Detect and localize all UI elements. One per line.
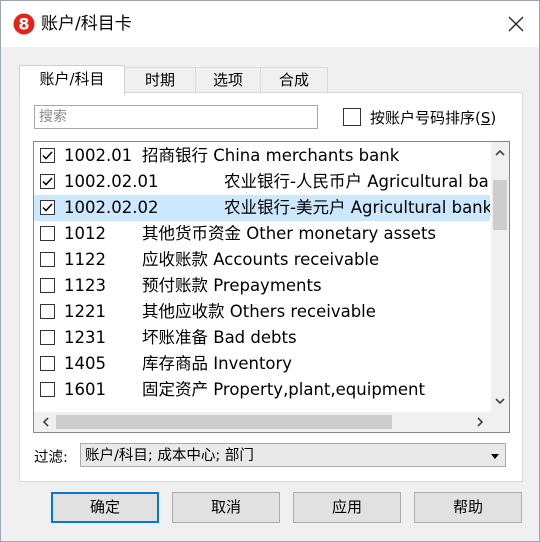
account-checkbox[interactable] (40, 330, 55, 345)
filter-dropdown[interactable]: 账户/科目; 成本中心; 部门 (80, 443, 506, 467)
account-checkbox[interactable] (40, 304, 55, 319)
account-checkbox[interactable] (40, 200, 55, 215)
svg-text:8: 8 (18, 15, 29, 34)
vertical-scrollbar[interactable] (491, 142, 509, 412)
account-checkbox[interactable] (40, 356, 55, 371)
account-name: 农业银行-人民币户 Agricultural bank (224, 172, 490, 191)
tab-compose[interactable]: 合成 (260, 67, 328, 93)
tab-period[interactable]: 时期 (124, 67, 196, 93)
account-checkbox[interactable] (40, 174, 55, 189)
account-code: 1405 (64, 354, 106, 373)
horizontal-scrollbar[interactable] (34, 412, 509, 432)
account-name: 库存商品 Inventory (142, 354, 293, 373)
tab-accounts[interactable]: 账户/科目 (19, 65, 125, 95)
account-name: 其他应收款 Others receivable (142, 302, 376, 321)
checkmark-icon (42, 177, 53, 186)
account-name: 招商银行 China merchants bank (142, 146, 400, 165)
account-row[interactable]: 1122 应收账款 Accounts receivable (34, 247, 490, 273)
scroll-right-icon[interactable] (470, 412, 490, 432)
dropdown-arrow-icon (491, 454, 499, 459)
account-name: 农业银行-美元户 Agricultural bank (224, 198, 490, 217)
sort-by-number-checkbox[interactable] (343, 108, 361, 126)
scroll-down-icon[interactable] (491, 392, 509, 410)
scroll-up-icon[interactable] (491, 144, 509, 162)
account-row[interactable]: 1002.02.02 农业银行-美元户 Agricultural bank (34, 195, 490, 221)
vertical-scroll-thumb[interactable] (493, 180, 507, 230)
tab-panel-accounts: 按账户号码排序(S) 1002.01 招商银行 China merchants b… (19, 92, 523, 482)
account-checkbox[interactable] (40, 226, 55, 241)
account-row[interactable]: 1002.02.01 农业银行-人民币户 Agricultural bank (34, 169, 490, 195)
account-name: 坏账准备 Bad debts (142, 328, 297, 347)
account-code: 1002.02.01 (64, 172, 159, 191)
ok-button[interactable]: 确定 (51, 492, 159, 523)
account-row[interactable]: 1012 其他货币资金 Other monetary assets (34, 221, 490, 247)
scrollbar-corner (491, 412, 509, 432)
account-code: 1002.01 (64, 146, 133, 165)
account-checkbox[interactable] (40, 278, 55, 293)
account-checkbox[interactable] (40, 382, 55, 397)
account-row[interactable]: 1123 预付账款 Prepayments (34, 273, 490, 299)
account-name: 预付账款 Prepayments (142, 276, 322, 295)
account-checkbox[interactable] (40, 252, 55, 267)
title-bar: 8 账户/科目卡 (1, 1, 539, 47)
close-icon[interactable] (501, 9, 531, 39)
account-name: 固定资产 Property,plant,equipment (142, 380, 425, 399)
tab-options[interactable]: 选项 (195, 67, 261, 93)
account-code: 1123 (64, 276, 106, 295)
account-code: 1231 (64, 328, 106, 347)
cancel-button[interactable]: 取消 (172, 492, 280, 523)
apply-button[interactable]: 应用 (293, 492, 401, 523)
account-code: 1012 (64, 224, 106, 243)
account-row[interactable]: 1405 库存商品 Inventory (34, 351, 490, 377)
account-code: 1122 (64, 250, 106, 269)
checkmark-icon (42, 151, 53, 160)
account-list: 1002.01 招商银行 China merchants bank 1002.02.… (33, 141, 510, 433)
account-name: 其他货币资金 Other monetary assets (142, 224, 437, 243)
app-logo-icon: 8 (13, 13, 35, 35)
account-card-dialog: 8 账户/科目卡 账户/科目 时期 选项 合成 按账户号码排序(S) 1002.… (0, 0, 540, 542)
horizontal-scroll-thumb[interactable] (56, 415, 392, 429)
sort-by-number-label[interactable]: 按账户号码排序(S) (370, 107, 496, 128)
checkmark-icon (42, 203, 53, 212)
scroll-left-icon[interactable] (36, 412, 56, 432)
filter-label: 过滤: (34, 450, 68, 466)
account-code: 1601 (64, 380, 106, 399)
help-button[interactable]: 帮助 (414, 492, 522, 523)
account-row[interactable]: 1231 坏账准备 Bad debts (34, 325, 490, 351)
account-row[interactable]: 1002.01 招商银行 China merchants bank (34, 143, 490, 169)
account-row[interactable]: 1601 固定资产 Property,plant,equipment (34, 377, 490, 403)
search-input[interactable] (34, 105, 318, 129)
account-code: 1002.02.02 (64, 198, 159, 217)
account-row[interactable]: 1221 其他应收款 Others receivable (34, 299, 490, 325)
filter-value: 账户/科目; 成本中心; 部门 (85, 448, 254, 464)
window-title: 账户/科目卡 (41, 14, 132, 34)
account-name: 应收账款 Accounts receivable (142, 250, 380, 269)
account-rows: 1002.01 招商银行 China merchants bank 1002.02.… (34, 142, 490, 412)
account-checkbox[interactable] (40, 148, 55, 163)
account-code: 1221 (64, 302, 106, 321)
